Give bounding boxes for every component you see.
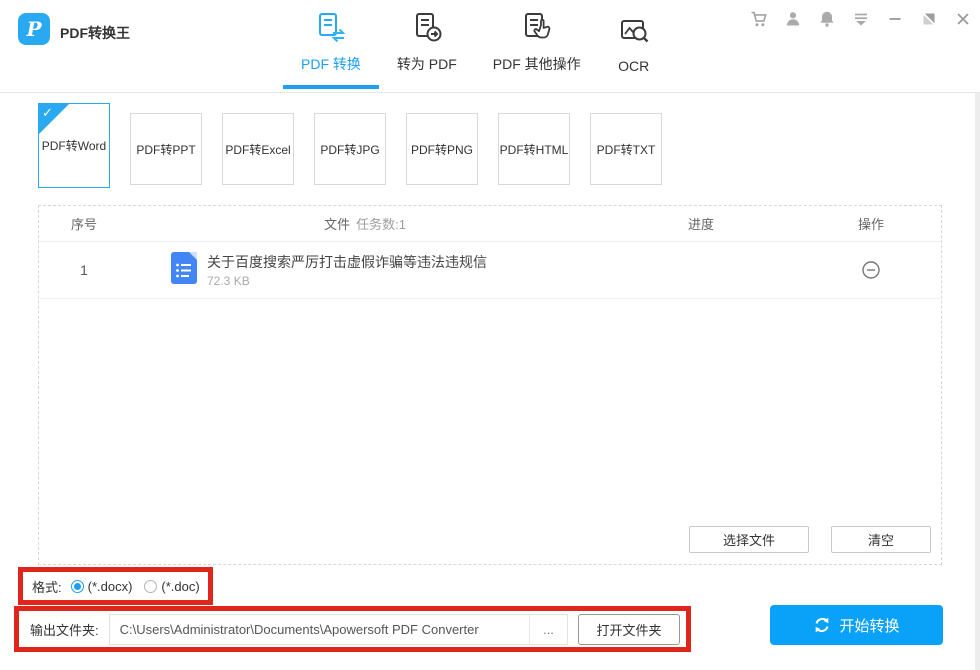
user-icon[interactable] [782, 8, 804, 30]
table-header: 序号 文件 任务数:1 进度 操作 [39, 206, 941, 242]
output-path-value[interactable]: C:\Users\Administrator\Documents\Apowers… [110, 615, 529, 644]
radio-selected-icon [71, 580, 84, 593]
app-title: PDF转换王 [60, 23, 130, 43]
app-logo-letter: P [26, 17, 41, 41]
file-size: 72.3 KB [207, 274, 487, 288]
cart-icon[interactable] [748, 8, 770, 30]
header-progress: 进度 [601, 214, 801, 233]
word-doc-icon [171, 252, 197, 289]
card-pdf-to-txt[interactable]: PDF转TXT [590, 113, 662, 185]
tab-ocr[interactable]: OCR [599, 15, 669, 89]
radio-unselected-icon [144, 580, 157, 593]
row-index: 1 [39, 262, 129, 278]
card-label: PDF转HTML [500, 141, 569, 158]
maximize-button[interactable] [918, 8, 940, 30]
remove-file-button[interactable] [801, 260, 941, 280]
card-pdf-to-excel[interactable]: PDF转Excel [222, 113, 294, 185]
card-label: PDF转Word [42, 137, 106, 154]
format-radio-group: (*.docx) (*.doc) [71, 579, 200, 594]
format-label: 格式: [32, 577, 62, 596]
bell-icon[interactable] [816, 8, 838, 30]
row-file-cell: 关于百度搜索严厉打击虚假诈骗等违法违规信 72.3 KB [129, 252, 601, 289]
file-meta: 关于百度搜索严厉打击虚假诈骗等违法违规信 72.3 KB [207, 252, 487, 288]
card-pdf-to-jpg[interactable]: PDF转JPG [314, 113, 386, 185]
titlebar-icons [748, 8, 974, 30]
open-folder-button[interactable]: 打开文件夹 [578, 614, 680, 645]
card-pdf-to-word[interactable]: ✓ PDF转Word [38, 103, 110, 188]
browse-folder-button[interactable]: ... [529, 615, 567, 644]
output-folder-annotation-box: 输出文件夹: C:\Users\Administrator\Documents\… [14, 606, 691, 652]
table-actions: 选择文件 清空 [689, 526, 931, 553]
tab-ocr-label: OCR [618, 58, 649, 74]
card-pdf-to-png[interactable]: PDF转PNG [406, 113, 478, 185]
header-action: 操作 [801, 214, 941, 233]
tab-pdf-other[interactable]: PDF 其他操作 [475, 11, 599, 89]
pdf-other-ops-icon [520, 11, 554, 45]
output-path-field: C:\Users\Administrator\Documents\Apowers… [109, 614, 568, 645]
window-right-edge [975, 93, 980, 670]
task-count-badge: 任务数:1 [356, 214, 406, 233]
tab-pdf-convert-label: PDF 转换 [301, 54, 361, 74]
convert-arrows-icon [813, 616, 831, 634]
close-button[interactable] [952, 8, 974, 30]
clear-button[interactable]: 清空 [831, 526, 931, 553]
tab-to-pdf[interactable]: 转为 PDF [379, 11, 475, 89]
ocr-icon [617, 15, 651, 49]
card-label: PDF转PPT [136, 141, 195, 158]
radio-doc-label: (*.doc) [161, 579, 199, 594]
to-pdf-icon [410, 11, 444, 45]
card-label: PDF转Excel [225, 141, 290, 158]
card-label: PDF转TXT [597, 141, 656, 158]
format-card-row: ✓ PDF转Word PDF转PPT PDF转Excel PDF转JPG PDF… [38, 103, 662, 188]
start-convert-button[interactable]: 开始转换 [770, 605, 943, 645]
card-label: PDF转JPG [320, 141, 379, 158]
card-pdf-to-html[interactable]: PDF转HTML [498, 113, 570, 185]
tab-pdf-other-label: PDF 其他操作 [493, 54, 581, 74]
minimize-button[interactable] [884, 8, 906, 30]
format-options-annotation-box: 格式: (*.docx) (*.doc) [18, 567, 213, 605]
minus-circle-icon [861, 260, 881, 280]
header-file-label: 文件 [324, 214, 350, 233]
card-pdf-to-ppt[interactable]: PDF转PPT [130, 113, 202, 185]
pdf-convert-icon [314, 11, 348, 45]
table-row: 1 关于百度搜索严厉打击虚假诈骗等违法违规信 72.3 KB [39, 242, 941, 299]
selected-check-icon: ✓ [39, 104, 69, 134]
card-label: PDF转PNG [411, 141, 473, 158]
tab-pdf-convert[interactable]: PDF 转换 [283, 11, 379, 89]
file-list-panel: 序号 文件 任务数:1 进度 操作 1 [38, 205, 942, 565]
top-bar: P PDF转换王 PDF 转换 [0, 0, 980, 93]
header-file: 文件 任务数:1 [129, 214, 601, 233]
app-logo: P [18, 13, 50, 45]
radio-docx-label: (*.docx) [88, 579, 133, 594]
start-convert-label: 开始转换 [839, 615, 899, 636]
select-files-button[interactable]: 选择文件 [689, 526, 809, 553]
output-folder-label: 输出文件夹: [30, 620, 99, 639]
radio-doc[interactable]: (*.doc) [144, 579, 199, 594]
tab-to-pdf-label: 转为 PDF [397, 54, 457, 74]
radio-docx[interactable]: (*.docx) [71, 579, 133, 594]
file-name: 关于百度搜索严厉打击虚假诈骗等违法违规信 [207, 252, 487, 272]
main-nav: PDF 转换 转为 PDF [283, 11, 669, 89]
header-index: 序号 [39, 214, 129, 233]
dropdown-menu-icon[interactable] [850, 8, 872, 30]
